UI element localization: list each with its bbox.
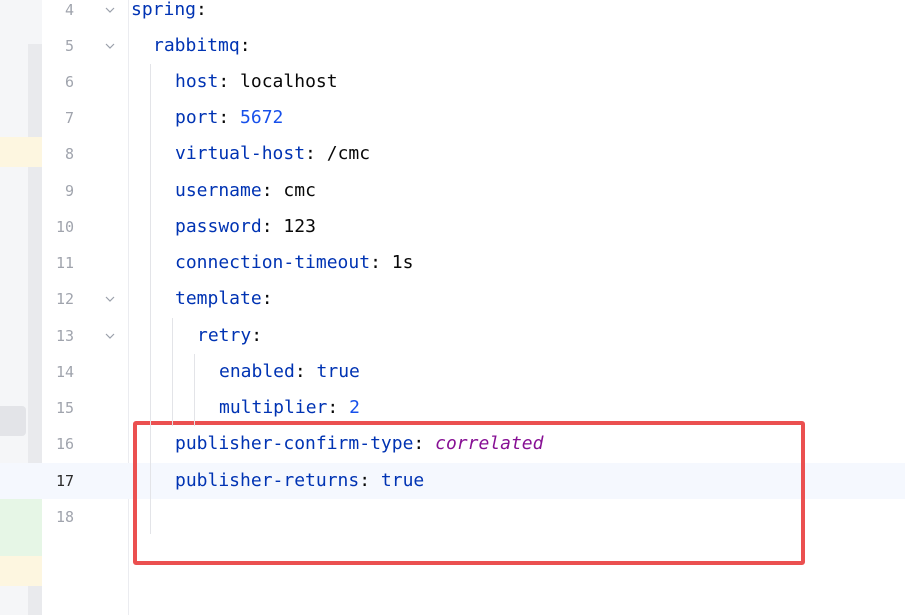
yaml-value: localhost <box>240 71 338 92</box>
line-number: 10 <box>55 218 74 236</box>
code-text: port: 5672 <box>175 100 283 136</box>
line-number: 13 <box>55 327 74 345</box>
yaml-key: username <box>175 180 262 201</box>
yaml-separator: : <box>239 35 251 56</box>
code-line[interactable]: 13 retry: <box>0 318 905 354</box>
code-text: enabled: true <box>219 354 360 390</box>
yaml-value: 5672 <box>240 107 284 128</box>
annotation-highlight-box <box>133 421 805 565</box>
yaml-separator: : <box>370 252 392 273</box>
code-text: password: 123 <box>175 209 316 245</box>
yaml-separator: : <box>196 0 207 20</box>
yaml-separator: : <box>261 216 284 237</box>
yaml-key: spring <box>131 0 197 20</box>
yaml-key: connection-timeout <box>175 252 371 273</box>
yaml-separator: : <box>294 361 317 382</box>
yaml-separator: : <box>305 143 327 164</box>
yaml-separator: : <box>218 107 241 128</box>
yaml-separator: : <box>261 180 284 201</box>
chevron-down-icon[interactable] <box>104 0 116 28</box>
line-number: 14 <box>55 363 74 381</box>
code-line[interactable]: 8 virtual-host: /cmc <box>0 136 905 172</box>
line-number: 5 <box>64 37 74 55</box>
code-line[interactable]: 7 port: 5672 <box>0 100 905 136</box>
code-text: connection-timeout: 1s <box>175 245 413 281</box>
line-number: 12 <box>55 290 74 308</box>
yaml-value: /cmc <box>326 143 371 164</box>
yaml-value: cmc <box>283 180 316 201</box>
line-number: 17 <box>55 472 74 490</box>
chevron-down-icon[interactable] <box>104 28 116 64</box>
indent-guide <box>194 354 195 426</box>
yaml-key: enabled <box>219 361 295 382</box>
line-number: 15 <box>55 399 74 417</box>
code-line[interactable]: 4 spring: <box>0 0 905 28</box>
yaml-separator: : <box>261 288 273 309</box>
yaml-value: true <box>316 361 360 382</box>
code-text: spring: <box>131 0 207 28</box>
yaml-key: retry <box>197 325 252 346</box>
code-line[interactable]: 9 username: cmc <box>0 173 905 209</box>
code-text: rabbitmq: <box>153 28 251 64</box>
line-number: 9 <box>64 182 74 200</box>
yaml-separator: : <box>218 71 241 92</box>
code-text: virtual-host: /cmc <box>175 136 370 172</box>
line-number: 7 <box>64 109 74 127</box>
line-number: 6 <box>64 73 74 91</box>
yaml-key: rabbitmq <box>153 35 240 56</box>
indent-guide <box>172 318 173 426</box>
line-number: 11 <box>55 254 74 272</box>
code-line[interactable]: 11 connection-timeout: 1s <box>0 245 905 281</box>
change-marker-modified <box>0 556 42 586</box>
line-number: 8 <box>64 145 74 163</box>
line-number: 16 <box>55 435 74 453</box>
yaml-value: 123 <box>283 216 316 237</box>
code-text: host: localhost <box>175 64 338 100</box>
chevron-down-icon[interactable] <box>104 318 116 354</box>
line-number: 18 <box>55 508 74 526</box>
yaml-value: 1s <box>391 252 414 273</box>
indent-guide <box>150 64 151 534</box>
line-number: 4 <box>64 1 74 19</box>
yaml-separator: : <box>327 397 350 418</box>
code-line[interactable]: 6 host: localhost <box>0 64 905 100</box>
yaml-key: template <box>175 288 262 309</box>
code-line[interactable]: 14 enabled: true <box>0 354 905 390</box>
code-line[interactable]: 10 password: 123 <box>0 209 905 245</box>
yaml-value: 2 <box>349 397 360 418</box>
code-text: retry: <box>197 318 262 354</box>
code-text: username: cmc <box>175 173 316 209</box>
yaml-separator: : <box>251 325 263 346</box>
code-line[interactable]: 12 template: <box>0 281 905 317</box>
yaml-key: host <box>175 71 219 92</box>
yaml-key: multiplier <box>219 397 328 418</box>
code-line[interactable]: 5 rabbitmq: <box>0 28 905 64</box>
code-text: template: <box>175 281 273 317</box>
yaml-key: virtual-host <box>175 143 306 164</box>
yaml-key: password <box>175 216 262 237</box>
chevron-down-icon[interactable] <box>104 281 116 317</box>
yaml-key: port <box>175 107 219 128</box>
